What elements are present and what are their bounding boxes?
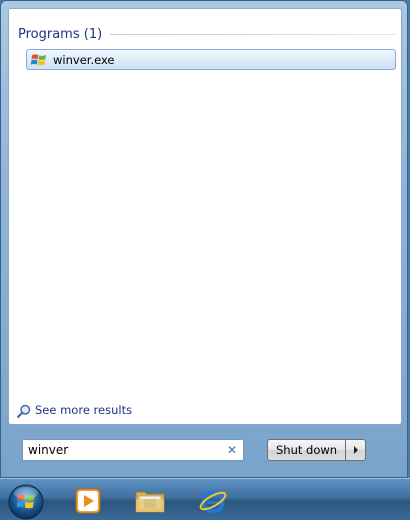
shutdown-button[interactable]: Shut down — [267, 439, 346, 461]
windows-explorer-icon — [135, 491, 165, 513]
windows-logo-icon — [30, 52, 47, 68]
see-more-results-link[interactable]: See more results — [17, 403, 133, 418]
clear-icon[interactable]: ✕ — [223, 441, 241, 459]
results-group-header: Programs (1) — [18, 24, 396, 44]
search-input[interactable] — [23, 441, 223, 459]
group-divider — [110, 33, 396, 35]
taskbar-internet-explorer[interactable] — [193, 483, 233, 519]
search-icon — [17, 403, 31, 418]
taskbar — [0, 478, 410, 520]
internet-explorer-icon — [199, 490, 227, 514]
see-more-results-label: See more results — [35, 403, 133, 417]
group-title[interactable]: Programs (1) — [18, 27, 102, 42]
result-item-winver[interactable]: winver.exe — [26, 49, 396, 70]
windows-start-orb-icon — [8, 484, 44, 520]
start-button[interactable] — [6, 482, 46, 520]
windows-media-player-icon — [75, 488, 101, 514]
search-results-pane: Programs (1) winver.exe See more results — [8, 8, 402, 425]
shutdown-options-button[interactable] — [345, 439, 367, 461]
triangle-right-icon — [353, 446, 358, 454]
search-box[interactable]: ✕ — [22, 439, 244, 461]
taskbar-explorer[interactable] — [130, 483, 170, 519]
start-menu: Programs (1) winver.exe See more results… — [0, 0, 408, 478]
taskbar-media-player[interactable] — [68, 483, 108, 519]
result-item-label: winver.exe — [53, 52, 115, 67]
shutdown-group: Shut down — [267, 439, 367, 461]
